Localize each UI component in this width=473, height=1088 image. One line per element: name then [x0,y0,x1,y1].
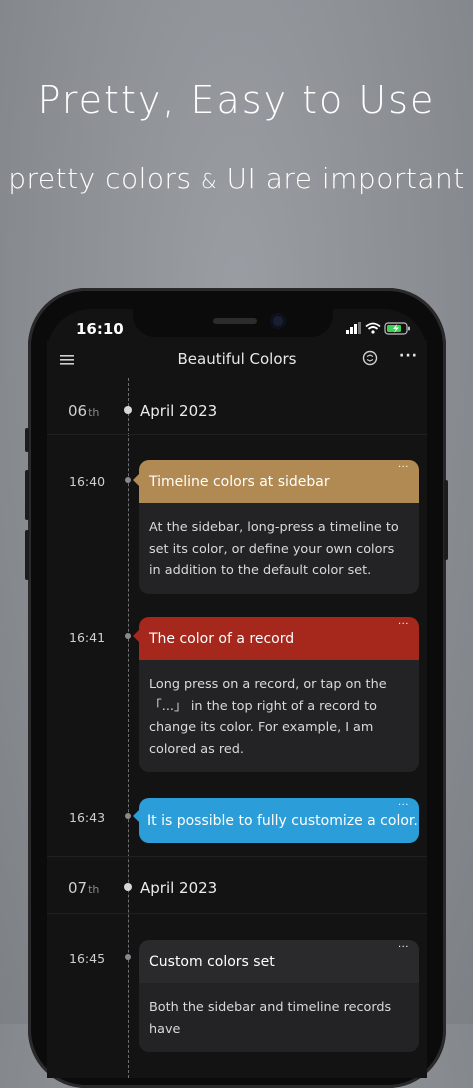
promo-subhead-part1: pretty colors [8,162,192,195]
record-body: Both the sidebar and timeline records ha… [149,1000,392,1037]
phone-camera [270,313,286,329]
promo-subhead-part2: UI are important [226,162,465,195]
record-title-bar: Custom colors set ··· [139,940,419,983]
record-more-button[interactable]: ··· [398,619,409,630]
date-header-2: 07th April 2023 [47,856,427,914]
date-month-year: April 2023 [140,879,218,897]
phone-silent-switch [25,428,29,452]
record-time: 16:40 [69,474,106,489]
phone-speaker [213,318,257,324]
cellular-signal-icon [346,322,361,334]
record-dot [125,813,131,819]
date-header-1: 06th April 2023 [47,378,427,435]
record-more-button[interactable]: ··· [398,942,409,953]
phone-volume-down [25,530,29,580]
record-time: 16:41 [69,630,106,645]
wifi-icon [365,322,381,334]
record-time: 16:43 [69,810,106,825]
record-dot [125,633,131,639]
nav-bar: Beautiful Colors ··· [47,340,427,378]
date-day: 06th [68,402,100,420]
phone-volume-up [25,470,29,520]
date-day: 07th [68,879,100,897]
sync-icon[interactable] [362,350,378,366]
timeline-view[interactable]: 06th April 2023 16:40 Timeline colors at… [47,378,427,1078]
more-options-icon[interactable]: ··· [399,348,418,364]
record-pointer [133,474,139,486]
record-more-button[interactable]: ··· [398,800,409,811]
record-title: The color of a record [149,631,295,647]
record-title: Custom colors set [149,954,275,970]
status-time: 16:10 [76,320,124,338]
battery-charging-icon [384,322,410,335]
promo-subhead: pretty colors & UI are important [0,162,473,195]
record-title: Timeline colors at sidebar [149,474,330,490]
date-dot [124,883,132,891]
record-dot [125,477,131,483]
phone-power-button [444,480,448,560]
date-dot [124,406,132,414]
record-time: 16:45 [69,951,106,966]
record-title-bar: Timeline colors at sidebar ··· [139,460,419,503]
record-pointer [133,630,139,642]
record-card-custom-colors-set[interactable]: Custom colors set ··· Both the sidebar a… [139,940,419,1052]
record-card-customize-color[interactable]: It is possible to fully customize a colo… [139,798,419,843]
timeline-line [128,378,129,1078]
record-more-button[interactable]: ··· [398,462,409,473]
promo-subhead-amp: & [201,169,218,193]
record-card-record-color[interactable]: The color of a record ··· Long press on … [139,617,419,772]
date-month-year: April 2023 [140,402,218,420]
promo-headline: Pretty, Easy to Use [37,78,436,122]
record-pointer [133,810,139,822]
record-title-bar: The color of a record ··· [139,617,419,660]
record-body: At the sidebar, long-press a timeline to… [149,520,399,578]
status-icons [344,320,414,336]
record-body: Long press on a record, or tap on the 「.… [149,677,387,757]
record-card-timeline-colors[interactable]: Timeline colors at sidebar ··· At the si… [139,460,419,594]
record-dot [125,954,131,960]
record-title: It is possible to fully customize a colo… [147,813,418,829]
